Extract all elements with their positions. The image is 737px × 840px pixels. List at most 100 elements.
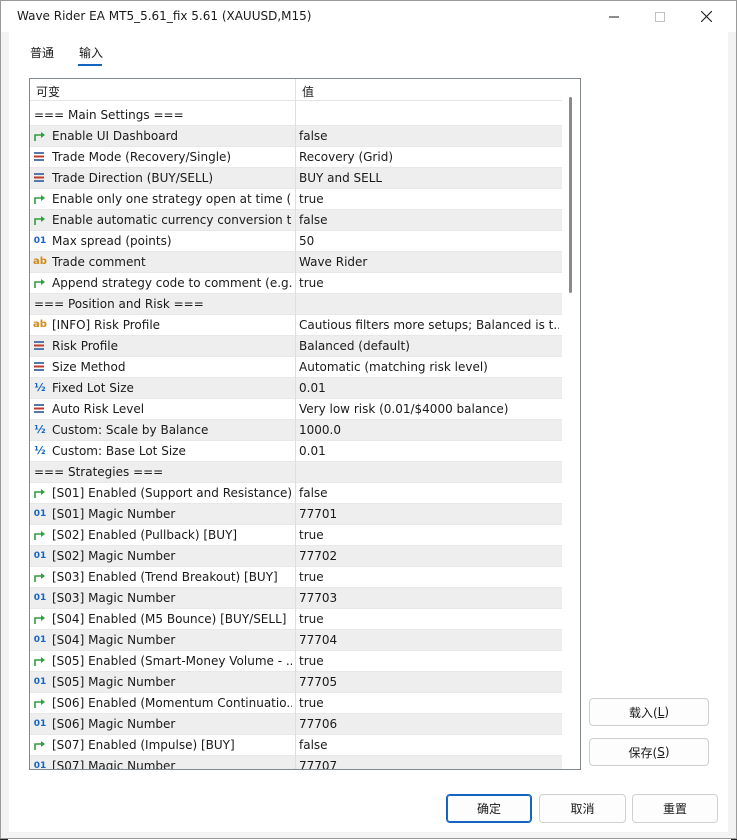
scrollbar-thumb[interactable] [569, 97, 572, 293]
row-value[interactable]: 77706 [299, 717, 559, 731]
grid-row[interactable]: 01 [S06] Magic Number 77706 [30, 714, 562, 735]
row-value[interactable]: true [299, 192, 559, 206]
row-value[interactable]: 77702 [299, 549, 559, 563]
grid-row[interactable]: 01 [S05] Magic Number 77705 [30, 672, 562, 693]
integer-icon: 01 [33, 635, 47, 645]
close-button[interactable] [683, 1, 729, 32]
grid-row[interactable]: Enable automatic currency conversion t..… [30, 210, 562, 231]
save-button[interactable]: 保存(S) [589, 738, 709, 766]
tab-inputs[interactable]: 输入 [79, 44, 103, 61]
grid-row[interactable]: ½ Custom: Base Lot Size 0.01 [30, 441, 562, 462]
minimize-button[interactable] [591, 1, 637, 32]
save-button-close: ) [664, 745, 670, 759]
grid-row[interactable]: Trade Mode (Recovery/Single) Recovery (Gr… [30, 147, 562, 168]
row-value[interactable]: false [299, 213, 559, 227]
cell-divider [295, 105, 296, 126]
cell-divider [295, 693, 296, 714]
grid-row[interactable]: [S07] Enabled (Impulse) [BUY] false [30, 735, 562, 756]
vertical-scrollbar[interactable] [563, 79, 579, 769]
grid-row[interactable]: Auto Risk Level Very low risk (0.01/$4000… [30, 399, 562, 420]
row-value[interactable]: Recovery (Grid) [299, 150, 559, 164]
grid-row[interactable]: [S05] Enabled (Smart-Money Volume - ... t… [30, 651, 562, 672]
row-value[interactable]: 77701 [299, 507, 559, 521]
row-value[interactable]: 0.01 [299, 381, 559, 395]
cell-divider [295, 189, 296, 210]
row-value[interactable]: true [299, 654, 559, 668]
cell-divider [295, 525, 296, 546]
grid-row[interactable]: Risk Profile Balanced (default) [30, 336, 562, 357]
column-header-variable[interactable]: 可变 [36, 83, 60, 100]
integer-icon: 01 [33, 551, 47, 561]
bool-arrow-icon [33, 655, 47, 667]
row-value[interactable]: false [299, 738, 559, 752]
maximize-button[interactable] [637, 1, 683, 32]
grid-row[interactable]: Enable UI Dashboard false [30, 126, 562, 147]
tab-common[interactable]: 普通 [30, 44, 54, 61]
grid-row[interactable]: 01 Max spread (points) 50 [30, 231, 562, 252]
row-value[interactable]: true [299, 696, 559, 710]
string-icon: ab [33, 319, 47, 330]
row-value[interactable]: 77707 [299, 759, 559, 769]
grid-row[interactable]: 01 [S04] Magic Number 77704 [30, 630, 562, 651]
row-value[interactable]: Very low risk (0.01/$4000 balance) [299, 402, 559, 416]
grid-row[interactable]: 01 [S02] Magic Number 77702 [30, 546, 562, 567]
row-variable-name: [S05] Enabled (Smart-Money Volume - ... [52, 654, 292, 668]
enum-list-icon [33, 172, 47, 184]
grid-section-row[interactable]: === Position and Risk === [30, 294, 562, 315]
grid-row[interactable]: ab Trade comment Wave Rider [30, 252, 562, 273]
grid-row[interactable]: Enable only one strategy open at time (.… [30, 189, 562, 210]
cell-divider [295, 126, 296, 147]
load-button[interactable]: 载入(L) [589, 698, 709, 726]
row-value[interactable]: Balanced (default) [299, 339, 559, 353]
row-value[interactable]: false [299, 129, 559, 143]
bool-arrow-icon [33, 193, 47, 205]
grid-row[interactable]: Trade Direction (BUY/SELL) BUY and SELL [30, 168, 562, 189]
save-button-label: 保存( [628, 745, 658, 760]
grid-row[interactable]: [S03] Enabled (Trend Breakout) [BUY] true [30, 567, 562, 588]
grid-row[interactable]: [S02] Enabled (Pullback) [BUY] true [30, 525, 562, 546]
row-value[interactable]: true [299, 276, 559, 290]
cell-divider [295, 168, 296, 189]
row-value[interactable]: 0.01 [299, 444, 559, 458]
row-value[interactable]: true [299, 528, 559, 542]
cell-divider [295, 420, 296, 441]
grid-section-row[interactable]: === Strategies === [30, 462, 562, 483]
cancel-button[interactable]: 取消 [539, 794, 626, 823]
row-value[interactable]: 77703 [299, 591, 559, 605]
ok-button[interactable]: 确定 [446, 794, 532, 823]
string-icon: ab [33, 256, 47, 267]
reset-button[interactable]: 重置 [632, 794, 718, 823]
grid-row[interactable]: [S04] Enabled (M5 Bounce) [BUY/SELL] true [30, 609, 562, 630]
grid-row[interactable]: 01 [S07] Magic Number 77707 [30, 756, 562, 770]
column-header-value[interactable]: 值 [302, 83, 314, 100]
grid-row[interactable]: 01 [S01] Magic Number 77701 [30, 504, 562, 525]
row-value[interactable]: Cautious filters more setups; Balanced i… [299, 318, 559, 332]
grid-row[interactable]: 01 [S03] Magic Number 77703 [30, 588, 562, 609]
row-variable-name: Enable only one strategy open at time (.… [52, 192, 292, 206]
row-value[interactable]: false [299, 486, 559, 500]
row-value[interactable]: 50 [299, 234, 559, 248]
row-value[interactable]: true [299, 570, 559, 584]
cell-divider [295, 630, 296, 651]
grid-section-row[interactable]: === Main Settings === [30, 105, 562, 126]
grid-row[interactable]: ½ Fixed Lot Size 0.01 [30, 378, 562, 399]
grid-row[interactable]: [S01] Enabled (Support and Resistance)..… [30, 483, 562, 504]
grid-row[interactable]: ab [INFO] Risk Profile Cautious filters mo… [30, 315, 562, 336]
row-variable-name: === Strategies === [34, 465, 164, 479]
row-value[interactable]: Wave Rider [299, 255, 559, 269]
row-value[interactable]: 1000.0 [299, 423, 559, 437]
bool-arrow-icon [33, 571, 47, 583]
grid-row[interactable]: Append strategy code to comment (e.g....… [30, 273, 562, 294]
row-value[interactable]: 77704 [299, 633, 559, 647]
bool-arrow-icon [33, 697, 47, 709]
bool-arrow-icon [33, 130, 47, 142]
grid-row[interactable]: ½ Custom: Scale by Balance 1000.0 [30, 420, 562, 441]
row-value[interactable]: 77705 [299, 675, 559, 689]
row-variable-name: [S07] Magic Number [52, 759, 176, 770]
maximize-icon [655, 11, 665, 22]
row-value[interactable]: true [299, 612, 559, 626]
row-value[interactable]: Automatic (matching risk level) [299, 360, 559, 374]
row-value[interactable]: BUY and SELL [299, 171, 559, 185]
grid-row[interactable]: Size Method Automatic (matching risk leve… [30, 357, 562, 378]
grid-row[interactable]: [S06] Enabled (Momentum Continuatio... tr… [30, 693, 562, 714]
